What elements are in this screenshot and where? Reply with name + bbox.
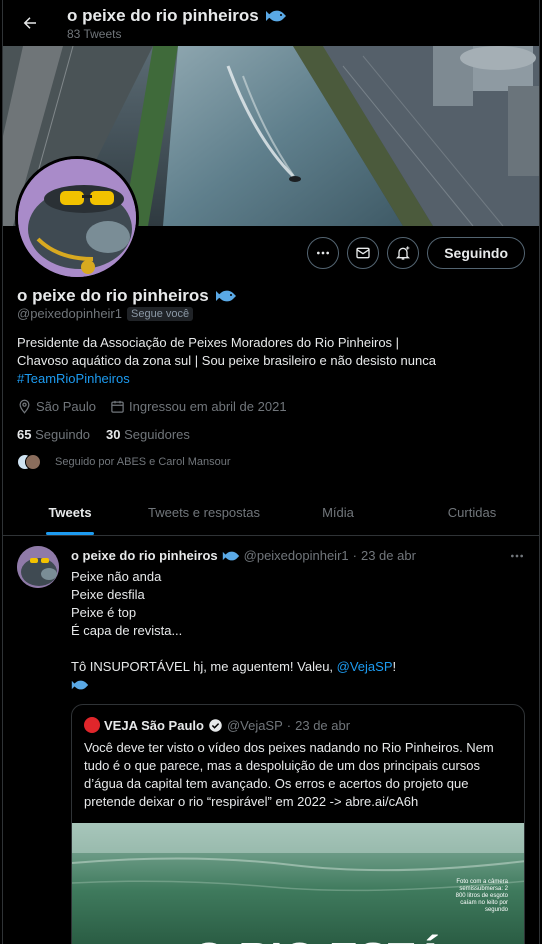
tab-media[interactable]: Mídia	[271, 490, 405, 535]
following-label: Seguindo	[35, 427, 91, 442]
tweet-line: Tô INSUPORTÁVEL hj, me aguentem! Valeu, …	[71, 658, 396, 676]
back-button[interactable]	[17, 10, 43, 36]
tab-tweets-and-replies[interactable]: Tweets e respostas	[137, 490, 271, 535]
header-title-row: o peixe do rio pinheiros	[67, 6, 287, 26]
profile-meta: São Paulo Ingressou em abril de 2021	[17, 399, 287, 414]
tweet[interactable]: o peixe do rio pinheiros @peixedopinheir…	[3, 536, 539, 944]
tweet-author-name[interactable]: o peixe do rio pinheiros	[71, 548, 218, 563]
followers-link[interactable]: 30 Seguidores	[106, 427, 190, 442]
fish-icon	[215, 290, 236, 302]
message-button[interactable]	[347, 237, 380, 269]
following-button[interactable]: Seguindo	[427, 237, 525, 269]
following-link[interactable]: 65 Seguindo	[17, 427, 90, 442]
fish-avatar-image	[17, 546, 59, 588]
profile-page: o peixe do rio pinheiros 83 Tweets Segui…	[2, 0, 540, 944]
arrow-left-icon	[23, 17, 36, 29]
profile-bio: Presidente da Associação de Peixes Morad…	[17, 334, 517, 388]
top-bar: o peixe do rio pinheiros 83 Tweets	[3, 0, 539, 46]
bio-line-1: Presidente da Associação de Peixes Morad…	[17, 335, 400, 350]
tweet-text: Peixe não anda Peixe desfila Peixe é top…	[71, 568, 396, 696]
followers-label: Seguidores	[124, 427, 190, 442]
quoted-author-name: VEJA São Paulo	[104, 717, 204, 733]
avatar	[25, 454, 41, 470]
fish-icon	[71, 680, 89, 690]
quoted-date: 23 de abr	[295, 717, 351, 733]
profile-handle-row: @peixedopinheir1 Segue você	[17, 306, 194, 321]
tweet-author-avatar[interactable]	[17, 546, 59, 588]
media-caption: Foto com a câmera semissubmersa: 2 800 l…	[455, 879, 508, 913]
tweet-more-button[interactable]	[509, 548, 525, 569]
fish-icon	[265, 10, 286, 22]
tweet-count: 83 Tweets	[67, 27, 122, 41]
tweet-line: É capa de revista...	[71, 623, 183, 638]
following-count: 65	[17, 427, 32, 442]
followed-by-text: Seguido por ABES e Carol Mansour	[55, 456, 231, 468]
profile-avatar[interactable]	[15, 156, 139, 280]
tweet-line-end: !	[392, 659, 397, 674]
followed-by-avatars	[17, 454, 41, 470]
more-dots-icon	[317, 251, 330, 255]
tweet-line: Peixe não anda	[71, 569, 162, 584]
bell-plus-icon	[396, 246, 411, 260]
tweet-author-handle[interactable]: @peixedopinheir1	[244, 548, 349, 563]
mention-link[interactable]: @VejaSP	[337, 659, 393, 674]
profile-handle: @peixedopinheir1	[17, 306, 122, 321]
tweet-line: Peixe desfila	[71, 587, 145, 602]
location-item: São Paulo	[17, 399, 96, 414]
location-text: São Paulo	[36, 399, 96, 414]
profile-name-row: o peixe do rio pinheiros	[17, 286, 237, 306]
tweet-header: o peixe do rio pinheiros @peixedopinheir…	[71, 548, 416, 563]
calendar-icon	[111, 400, 124, 413]
tweet-line: Peixe é top	[71, 605, 137, 620]
media-headline: O RIO ESTÁ	[192, 933, 446, 944]
location-pin-icon	[19, 399, 30, 414]
tab-likes[interactable]: Curtidas	[405, 490, 539, 535]
profile-name: o peixe do rio pinheiros	[17, 286, 209, 305]
separator-dot: ·	[352, 548, 357, 563]
joined-item: Ingressou em abril de 2021	[110, 399, 287, 414]
verified-badge-icon	[209, 718, 222, 732]
joined-text: Ingressou em abril de 2021	[129, 399, 287, 414]
quoted-tweet-media[interactable]: O RIO ESTÁ Foto com a câmera semissubmer…	[72, 823, 524, 944]
fish-emoji-row	[71, 678, 396, 696]
notify-button[interactable]	[387, 237, 420, 269]
tweet-date[interactable]: 23 de abr	[361, 548, 416, 563]
envelope-icon	[356, 247, 370, 259]
quoted-author-handle: @VejaSP	[226, 717, 283, 733]
followed-by-row[interactable]: Seguido por ABES e Carol Mansour	[17, 454, 231, 470]
more-dots-icon	[511, 554, 523, 558]
quoted-tweet-header: VEJA São Paulo @VejaSP · 23 de abr	[84, 717, 350, 733]
tweet-line-text: Tô INSUPORTÁVEL hj, me aguentem! Valeu,	[71, 659, 337, 674]
separator-dot: ·	[286, 717, 292, 733]
veja-logo-icon	[84, 717, 100, 733]
bio-hashtag-link[interactable]: #TeamRioPinheiros	[17, 370, 517, 388]
bio-line-2: Chavoso aquático da zona sul | Sou peixe…	[17, 353, 436, 368]
quoted-tweet-text: Você deve ter visto o vídeo dos peixes n…	[84, 740, 494, 809]
follow-counts: 65 Seguindo 30 Seguidores	[17, 427, 190, 442]
profile-actions: Seguindo	[307, 237, 525, 269]
profile-tabs: Tweets Tweets e respostas Mídia Curtidas	[3, 490, 539, 536]
follows-you-badge: Segue você	[127, 306, 194, 321]
fish-avatar-image	[18, 159, 136, 277]
header-title: o peixe do rio pinheiros	[67, 6, 259, 25]
followers-count: 30	[106, 427, 121, 442]
tab-tweets[interactable]: Tweets	[3, 490, 137, 535]
more-button[interactable]	[307, 237, 340, 269]
quoted-tweet[interactable]: VEJA São Paulo @VejaSP · 23 de abr Você …	[71, 704, 525, 944]
fish-icon	[222, 551, 239, 560]
